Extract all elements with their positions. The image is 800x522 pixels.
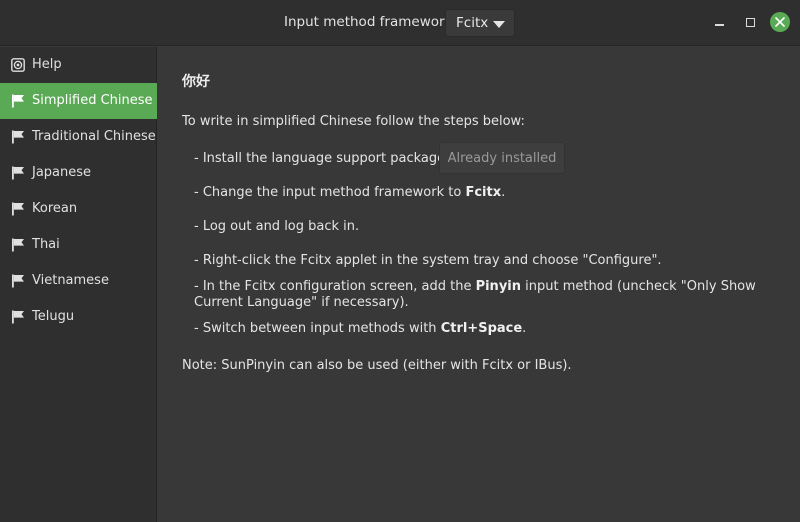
content-panel: 你好 To write in simplified Chinese follow… xyxy=(158,47,800,522)
sidebar-item-label: Help xyxy=(32,57,62,72)
minimize-button[interactable] xyxy=(712,13,732,33)
flag-icon xyxy=(12,238,24,252)
help-icon xyxy=(11,58,25,72)
page-title: 你好 xyxy=(182,74,210,90)
step-text: . xyxy=(501,185,506,200)
sidebar-item-traditional-chinese[interactable]: Traditional Chinese xyxy=(0,119,157,155)
flag-icon xyxy=(12,94,24,108)
framework-label: Input method framework: xyxy=(284,14,457,30)
flag-icon xyxy=(12,166,24,180)
close-button[interactable] xyxy=(770,12,790,32)
sidebar-item-label: Thai xyxy=(32,237,60,252)
step-text: - Change the input method framework to xyxy=(194,185,466,200)
sidebar-item-thai[interactable]: Thai xyxy=(0,227,157,263)
flag-icon xyxy=(12,130,24,144)
sidebar-item-korean[interactable]: Korean xyxy=(0,191,157,227)
sidebar-item-vietnamese[interactable]: Vietnamese xyxy=(0,263,157,299)
intro-text: To write in simplified Chinese follow th… xyxy=(182,114,525,129)
sidebar-item-telugu[interactable]: Telugu xyxy=(0,299,157,335)
maximize-icon xyxy=(746,18,755,27)
step-text: - Switch between input methods with xyxy=(194,321,441,336)
flag-icon xyxy=(12,202,24,216)
sidebar-item-label: Simplified Chinese xyxy=(32,93,153,108)
sidebar-item-simplified-chinese[interactable]: Simplified Chinese xyxy=(0,83,157,119)
sidebar-item-help[interactable]: Help xyxy=(0,47,157,83)
sidebar-item-label: Telugu xyxy=(32,309,75,324)
maximize-button[interactable] xyxy=(741,13,761,33)
step-logout: - Log out and log back in. xyxy=(194,219,360,234)
close-icon xyxy=(775,17,785,27)
step-configure-applet: - Right-click the Fcitx applet in the sy… xyxy=(194,253,662,268)
sidebar-item-label: Japanese xyxy=(32,165,92,180)
app-window: Input method framework: Fcitx Help Simpl… xyxy=(0,0,800,522)
flag-icon xyxy=(12,310,24,324)
note-text: Note: SunPinyin can also be used (either… xyxy=(182,358,572,373)
step-text: - In the Fcitx configuration screen, add… xyxy=(194,279,476,294)
already-installed-button[interactable]: Already installed xyxy=(439,142,565,174)
step-bold-text: Ctrl+Space xyxy=(440,321,523,336)
sidebar-item-label: Vietnamese xyxy=(32,273,109,288)
step-install-packages: - Install the language support packages: xyxy=(194,151,457,166)
sidebar-item-label: Korean xyxy=(32,201,78,216)
sidebar-item-japanese[interactable]: Japanese xyxy=(0,155,157,191)
framework-dropdown-value: Fcitx xyxy=(456,15,489,31)
step-change-framework: - Change the input method framework to F… xyxy=(194,185,505,200)
step-switch-methods: - Switch between input methods with Ctrl… xyxy=(194,321,526,336)
step-bold-text: Fcitx xyxy=(465,185,502,200)
framework-dropdown[interactable]: Fcitx xyxy=(445,9,515,37)
caret-down-icon xyxy=(493,21,505,28)
step-text: . xyxy=(522,321,527,336)
sidebar-item-label: Traditional Chinese xyxy=(32,129,156,144)
step-bold-text: Pinyin xyxy=(475,279,522,294)
title-bar: Input method framework: Fcitx xyxy=(0,0,800,46)
step-add-pinyin: - In the Fcitx configuration screen, add… xyxy=(194,279,774,311)
minimize-icon xyxy=(715,24,724,26)
flag-icon xyxy=(12,274,24,288)
sidebar: Help Simplified Chinese Traditional Chin… xyxy=(0,47,157,522)
